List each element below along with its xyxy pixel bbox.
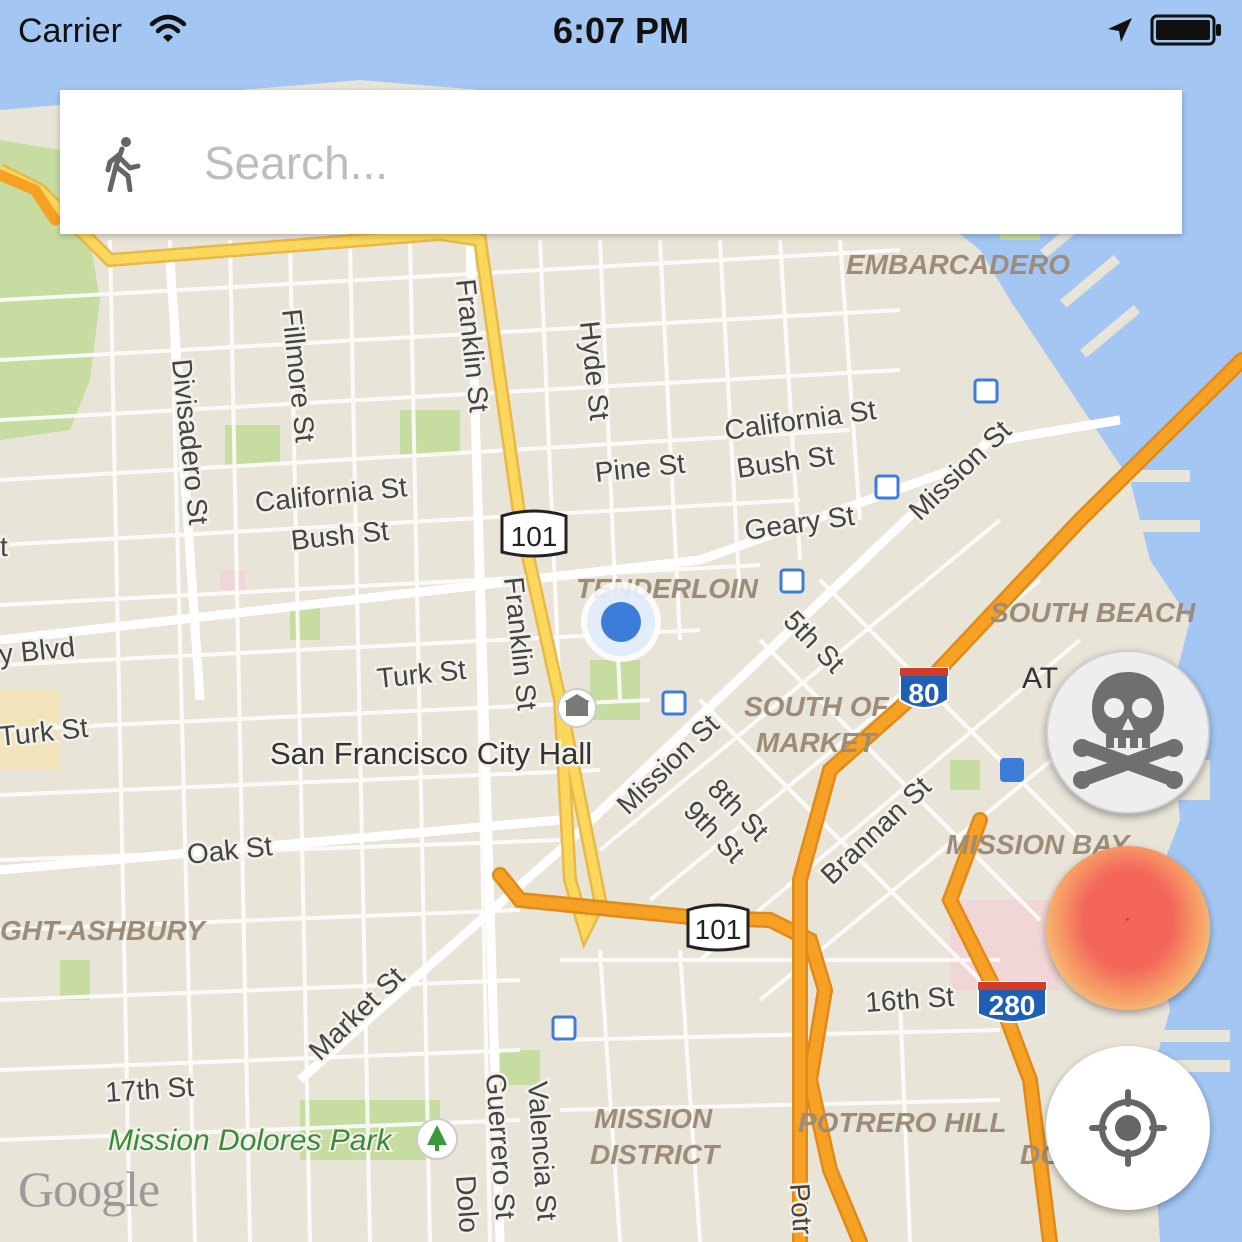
svg-text:101: 101 (695, 914, 742, 945)
clock-time: 6:07 PM (552, 10, 690, 51)
danger-zone-button[interactable] (1046, 650, 1210, 814)
search-input[interactable] (202, 120, 1156, 206)
search-bar (60, 90, 1182, 234)
i280-shield: 280 (977, 981, 1047, 1023)
status-bar: Carrier 6:07 PM (0, 0, 1242, 62)
heatmap-icon (1126, 918, 1129, 921)
my-location-button[interactable] (1046, 1046, 1210, 1210)
label-potrero-hill: POTRERO HILL (798, 1107, 1006, 1138)
heatmap-button[interactable] (1046, 846, 1210, 1010)
svg-text:101: 101 (511, 521, 558, 552)
label-haight-ashbury: GHT-ASHBURY (0, 915, 207, 946)
label-mission-district-2: DISTRICT (590, 1139, 722, 1170)
street-partial-left: t (0, 531, 8, 562)
street-17th: 17th St (104, 1071, 195, 1108)
street-dolores-partial: Dolo (450, 1174, 485, 1234)
street-16th: 16th St (864, 981, 955, 1018)
us101-shield-north: 101 (500, 509, 568, 558)
label-south-of-market-2: MARKET (756, 727, 879, 758)
label-embarcadero: EMBARCADERO (846, 249, 1070, 280)
street-potrero-partial: Potr (784, 1182, 819, 1235)
skull-crossbones-icon (1073, 672, 1183, 789)
walking-person-icon[interactable] (100, 136, 144, 192)
svg-text:80: 80 (908, 678, 939, 709)
i80-shield: 80 (899, 667, 949, 709)
label-mission-district-1: MISSION (594, 1103, 713, 1134)
svg-text:280: 280 (989, 990, 1036, 1021)
label-dolores-park: Mission Dolores Park (108, 1124, 393, 1157)
crosshair-target-icon (1089, 1089, 1167, 1167)
us101-shield-south: 101 (686, 903, 750, 952)
google-attribution-logo: Google (18, 1161, 160, 1217)
city-hall-icon (557, 688, 597, 728)
hospital-area (220, 570, 245, 590)
park-tree-icon (416, 1118, 458, 1160)
battery-icon (1150, 14, 1221, 46)
label-south-beach: SOUTH BEACH (990, 597, 1196, 628)
label-south-of-market-1: SOUTH OF (744, 691, 890, 722)
location-arrow-icon (1108, 18, 1132, 42)
user-location-marker (581, 582, 661, 662)
label-city-hall: San Francisco City Hall (270, 736, 592, 771)
